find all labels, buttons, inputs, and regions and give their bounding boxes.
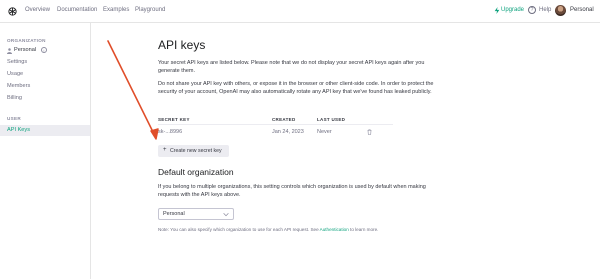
sidebar-item-api-keys-label[interactable]: API Keys (7, 127, 30, 133)
lightning-icon (494, 7, 500, 14)
warning-text: Do not share your API key with others, o… (158, 81, 434, 95)
page-title: API keys (158, 38, 206, 52)
nav-examples[interactable]: Examples (103, 7, 129, 13)
account-menu[interactable]: Personal (570, 7, 594, 13)
org-note-prefix: Note: You can also specify which organiz… (158, 227, 320, 232)
col-header-last-used: LAST USED (317, 117, 346, 122)
authentication-link[interactable]: Authentication (320, 227, 349, 232)
default-org-select[interactable]: Personal (158, 208, 234, 220)
default-org-select-value: Personal (163, 211, 185, 217)
sidebar-item-usage[interactable]: Usage (7, 71, 23, 77)
openai-logo-icon[interactable] (7, 6, 18, 17)
nav-playground[interactable]: Playground (135, 7, 165, 13)
create-secret-key-button[interactable]: + Create new secret key (158, 145, 229, 157)
default-org-heading: Default organization (158, 167, 234, 177)
sidebar-heading-organization: ORGANIZATION (7, 38, 46, 43)
info-icon[interactable]: i (41, 47, 47, 53)
secret-key-value: sk-...8996 (158, 129, 183, 135)
user-icon (7, 48, 12, 54)
sidebar-item-members[interactable]: Members (7, 83, 30, 89)
help-icon: ? (528, 6, 536, 14)
sidebar: ORGANIZATION Personal i Settings Usage M… (0, 23, 91, 279)
sidebar-heading-user: USER (7, 116, 21, 121)
sidebar-item-settings[interactable]: Settings (7, 59, 27, 65)
created-date: Jan 24, 2023 (272, 129, 304, 135)
sidebar-org-name[interactable]: Personal (14, 47, 36, 53)
chevron-down-icon (223, 213, 229, 217)
nav-documentation[interactable]: Documentation (57, 7, 97, 13)
create-secret-key-label: Create new secret key (170, 148, 222, 154)
last-used-value: Never (317, 129, 332, 135)
help-link[interactable]: Help (539, 7, 551, 13)
trash-icon[interactable] (367, 129, 372, 135)
upgrade-link[interactable]: Upgrade (501, 7, 524, 13)
sidebar-item-billing[interactable]: Billing (7, 95, 22, 101)
plus-icon: + (163, 147, 167, 153)
intro-text: Your secret API keys are listed below. P… (158, 60, 425, 74)
col-header-created: CREATED (272, 117, 296, 122)
col-header-secret-key: SECRET KEY (158, 117, 190, 122)
org-note: Note: You can also specify which organiz… (158, 227, 378, 232)
avatar[interactable] (555, 5, 566, 16)
default-org-text: If you belong to multiple organizations,… (158, 184, 426, 198)
org-note-suffix: to learn more. (348, 227, 379, 232)
table-divider (158, 124, 393, 125)
nav-overview[interactable]: Overview (25, 7, 50, 13)
main-content: API keys Your secret API keys are listed… (91, 23, 600, 279)
top-nav-bar: Overview Documentation Examples Playgrou… (0, 0, 600, 23)
